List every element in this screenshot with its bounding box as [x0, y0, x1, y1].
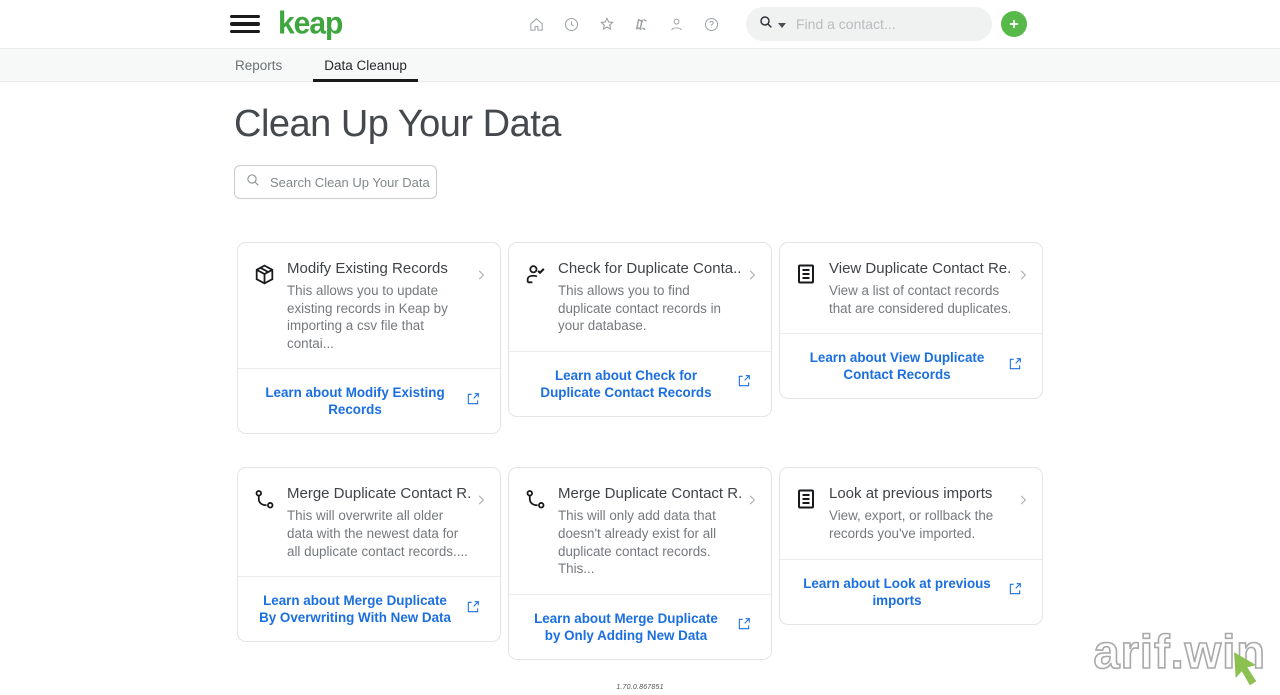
app-version: 1.70.0.867851	[0, 684, 1280, 691]
card-action-row[interactable]: Merge Duplicate Contact R... This will o…	[238, 468, 500, 576]
card-title: Check for Duplicate Conta...	[558, 260, 741, 277]
header-nav-icons	[524, 12, 724, 37]
card-description: This will overwrite all older data with …	[287, 507, 470, 560]
watermark-cursor-icon	[1230, 640, 1272, 691]
user-icon[interactable]	[664, 12, 689, 37]
learn-link[interactable]: Learn about View Duplicate Contact Recor…	[799, 349, 995, 383]
card-view-duplicate-contact-records: View Duplicate Contact Re... View a list…	[779, 242, 1043, 399]
contact-search-input[interactable]	[796, 16, 966, 32]
card-description: View a list of contact records that are …	[829, 282, 1012, 317]
cleanup-search[interactable]	[234, 165, 437, 199]
card-title: Merge Duplicate Contact R...	[287, 485, 470, 502]
learn-link[interactable]: Learn about Look at previous imports	[799, 575, 995, 609]
card-modify-existing-records: Modify Existing Records This allows you …	[237, 242, 501, 434]
sub-nav-tabbar: Reports Data Cleanup	[0, 48, 1280, 82]
main-content: Clean Up Your Data Modify Existing Recor…	[0, 103, 1280, 660]
card-description: This allows you to find duplicate contac…	[558, 282, 741, 335]
hamburger-menu-icon[interactable]	[230, 14, 260, 34]
merge-icon	[252, 487, 278, 560]
external-link-icon	[736, 616, 752, 637]
cleanup-search-input[interactable]	[270, 175, 430, 190]
chevron-right-icon	[1012, 485, 1030, 542]
page-title: Clean Up Your Data	[234, 103, 1280, 146]
recent-icon[interactable]	[559, 12, 584, 37]
add-contact-button[interactable]	[1001, 11, 1027, 37]
home-icon[interactable]	[524, 12, 549, 37]
document-list-icon	[794, 487, 820, 542]
card-title: Merge Duplicate Contact R...	[558, 485, 741, 502]
tags-icon[interactable]	[629, 12, 654, 37]
chevron-right-icon	[741, 485, 759, 577]
person-check-icon	[523, 262, 549, 335]
external-link-icon	[736, 373, 752, 394]
chevron-right-icon	[741, 260, 759, 335]
card-description: This will only add data that doesn't alr…	[558, 507, 741, 577]
card-title: View Duplicate Contact Re...	[829, 260, 1012, 277]
search-scope-caret-icon[interactable]	[778, 23, 786, 28]
card-action-row[interactable]: Check for Duplicate Conta... This allows…	[509, 243, 771, 351]
card-action-row[interactable]: Modify Existing Records This allows you …	[238, 243, 500, 368]
external-link-icon	[465, 391, 481, 412]
package-icon	[252, 262, 278, 352]
document-list-icon	[794, 262, 820, 317]
chevron-right-icon	[1012, 260, 1030, 317]
learn-link[interactable]: Learn about Modify Existing Records	[257, 384, 453, 418]
search-icon	[245, 172, 261, 193]
card-merge-duplicate-add-only: Merge Duplicate Contact R... This will o…	[508, 467, 772, 659]
chevron-right-icon	[470, 260, 488, 352]
external-link-icon	[1007, 581, 1023, 602]
card-description: View, export, or rollback the records yo…	[829, 507, 1012, 542]
card-action-row[interactable]: View Duplicate Contact Re... View a list…	[780, 243, 1042, 333]
learn-link[interactable]: Learn about Check for Duplicate Contact …	[528, 367, 724, 401]
card-title: Modify Existing Records	[287, 260, 470, 277]
card-description: This allows you to update existing recor…	[287, 282, 470, 352]
top-header: keap	[0, 0, 1280, 48]
card-action-row[interactable]: Look at previous imports View, export, o…	[780, 468, 1042, 558]
card-merge-duplicate-overwrite: Merge Duplicate Contact R... This will o…	[237, 467, 501, 642]
contact-search[interactable]	[746, 7, 992, 41]
tab-reports[interactable]: Reports	[224, 49, 293, 81]
card-check-for-duplicate-contacts: Check for Duplicate Conta... This allows…	[508, 242, 772, 417]
learn-link[interactable]: Learn about Merge Duplicate By Overwriti…	[257, 592, 453, 626]
chevron-right-icon	[470, 485, 488, 560]
keap-logo: keap	[278, 8, 342, 40]
card-look-at-previous-imports: Look at previous imports View, export, o…	[779, 467, 1043, 624]
cleanup-cards-grid: Modify Existing Records This allows you …	[237, 242, 1280, 660]
external-link-icon	[1007, 356, 1023, 377]
help-icon[interactable]	[699, 12, 724, 37]
search-icon	[758, 14, 774, 35]
tab-data-cleanup[interactable]: Data Cleanup	[313, 49, 418, 81]
card-action-row[interactable]: Merge Duplicate Contact R... This will o…	[509, 468, 771, 593]
favorites-icon[interactable]	[594, 12, 619, 37]
merge-icon	[523, 487, 549, 577]
card-title: Look at previous imports	[829, 485, 1012, 502]
learn-link[interactable]: Learn about Merge Duplicate by Only Addi…	[528, 610, 724, 644]
external-link-icon	[465, 599, 481, 620]
